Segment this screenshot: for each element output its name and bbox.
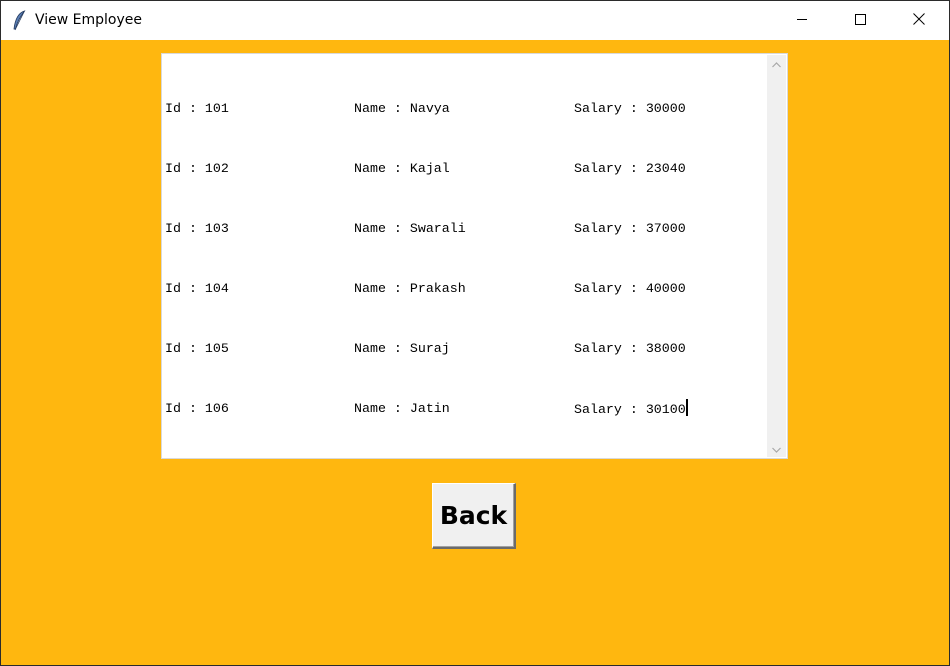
employee-id: Id : 102: [165, 161, 229, 176]
feather-icon: [12, 10, 26, 32]
back-button[interactable]: Back: [432, 483, 516, 549]
employee-id: Id : 101: [165, 101, 229, 116]
window-title: View Employee: [35, 12, 143, 28]
maximize-button[interactable]: [831, 1, 889, 40]
employee-name: Name : Kajal: [354, 161, 450, 176]
scroll-up-button[interactable]: [767, 55, 786, 72]
employee-id: Id : 105: [165, 341, 229, 356]
employee-id: Id : 103: [165, 221, 229, 236]
employee-row: Id : 105 Name : Suraj Salary : 38000: [165, 339, 766, 359]
employee-list-textbox[interactable]: Id : 101 Name : Navya Salary : 30000 Id …: [161, 53, 788, 459]
scroll-down-button[interactable]: [767, 440, 786, 457]
chevron-up-icon: [772, 55, 781, 73]
close-icon: [913, 12, 925, 30]
title-bar[interactable]: View Employee: [1, 1, 949, 40]
employee-name: Name : Jatin: [354, 401, 450, 416]
employee-id: Id : 106: [165, 401, 229, 416]
maximize-icon: [854, 12, 866, 30]
chevron-down-icon: [772, 440, 781, 458]
employee-text-area[interactable]: Id : 101 Name : Navya Salary : 30000 Id …: [163, 55, 768, 457]
employee-salary: Salary : 40000: [574, 281, 686, 296]
employee-salary-cell: Salary : 30100: [574, 399, 688, 420]
app-window: View Employee Id : 101 Name : Navya Sala…: [0, 0, 950, 666]
employee-id: Id : 104: [165, 281, 229, 296]
employee-name: Name : Suraj: [354, 341, 450, 356]
close-button[interactable]: [890, 1, 948, 40]
employee-salary: Salary : 37000: [574, 221, 686, 236]
employee-salary: Salary : 23040: [574, 161, 686, 176]
main-content: Id : 101 Name : Navya Salary : 30000 Id …: [1, 40, 949, 665]
employee-row: Id : 101 Name : Navya Salary : 30000: [165, 99, 766, 119]
employee-row: Id : 103 Name : Swarali Salary : 37000: [165, 219, 766, 239]
employee-row: Id : 106 Name : Jatin Salary : 30100: [165, 399, 766, 419]
employee-salary: Salary : 30000: [574, 101, 686, 116]
employee-row: Id : 104 Name : Prakash Salary : 40000: [165, 279, 766, 299]
employee-name: Name : Swarali: [354, 221, 466, 236]
minimize-button[interactable]: [773, 1, 831, 40]
employee-salary: Salary : 30100: [574, 402, 686, 417]
employee-row: Id : 102 Name : Kajal Salary : 23040: [165, 159, 766, 179]
employee-name: Name : Navya: [354, 101, 450, 116]
vertical-scrollbar[interactable]: [767, 55, 786, 457]
minimize-icon: [796, 12, 808, 30]
employee-name: Name : Prakash: [354, 281, 466, 296]
employee-salary: Salary : 38000: [574, 341, 686, 356]
text-cursor: [685, 399, 688, 416]
